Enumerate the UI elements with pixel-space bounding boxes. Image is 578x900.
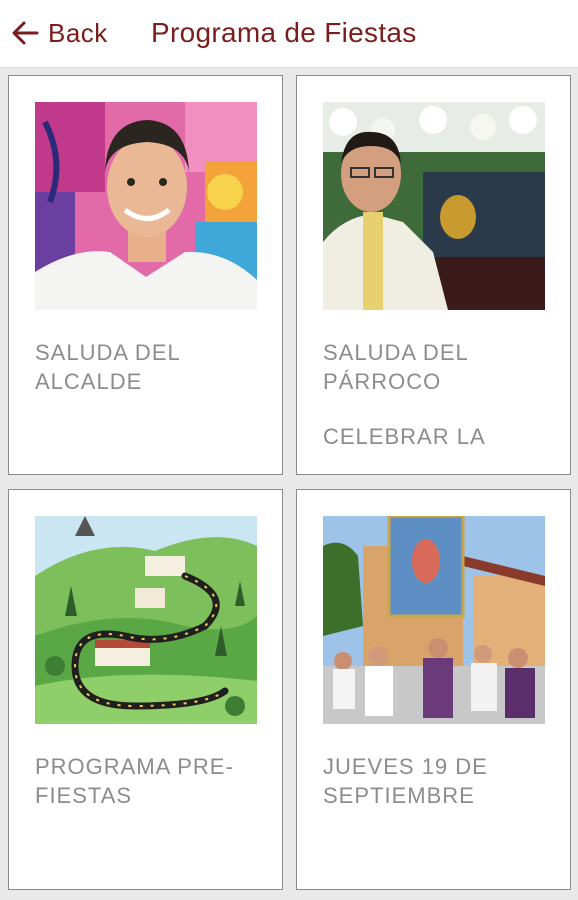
card-programa-pre-fiestas[interactable]: PROGRAMA PRE-FIESTAS — [8, 489, 283, 890]
priest-portrait-photo — [323, 102, 545, 310]
page-title: Programa de Fiestas — [151, 17, 417, 48]
card-saluda-alcalde[interactable]: SALUDA DEL ALCALDE — [8, 75, 283, 475]
card-title: JUEVES 19 DE SEPTIEMBRE — [323, 754, 488, 808]
app-header: Back Programa de Fiestas — [0, 0, 578, 68]
card-jueves-19-septiembre[interactable]: JUEVES 19 DE SEPTIEMBRE — [296, 489, 571, 890]
card-title: SALUDA DEL ALCALDE — [35, 340, 180, 394]
back-button[interactable]: Back — [10, 14, 108, 52]
procession-photo — [323, 516, 545, 724]
arrow-left-icon — [12, 21, 39, 45]
card-saluda-parroco[interactable]: SALUDA DEL PÁRROCO CELEBRAR LA — [296, 75, 571, 475]
back-label: Back — [48, 17, 108, 48]
mayor-portrait-photo — [35, 102, 257, 310]
card-title: PROGRAMA PRE-FIESTAS — [35, 754, 234, 808]
card-subtitle: CELEBRAR LA — [323, 424, 486, 449]
card-title: SALUDA DEL PÁRROCO — [323, 340, 468, 394]
town-map-illustration — [35, 516, 257, 724]
